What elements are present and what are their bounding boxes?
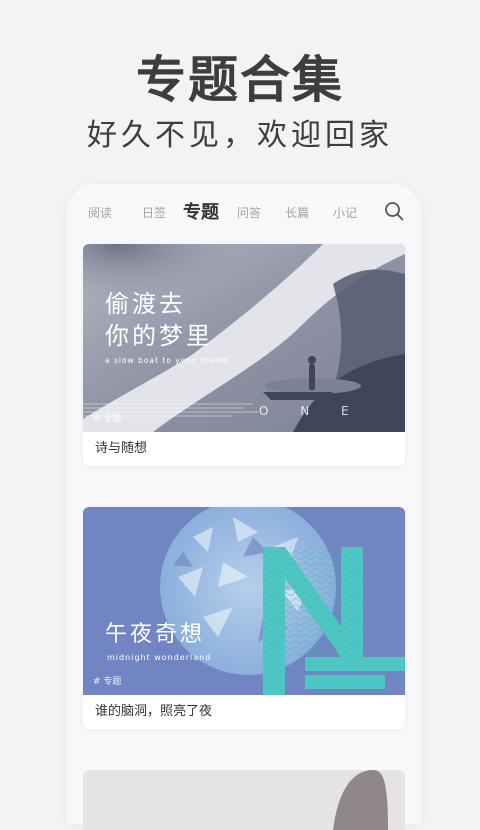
card-title: 午夜奇想 — [105, 622, 206, 647]
hero-subtitle: 好久不见，欢迎回家 — [87, 118, 393, 153]
card-caption: 谁的脑洞，照亮了夜 — [95, 704, 213, 719]
search-icon[interactable] — [383, 200, 405, 222]
topic-tag: # 专题 — [93, 414, 122, 424]
topic-card-partial[interactable] — [83, 770, 405, 830]
card-caption: 诗与随想 — [95, 441, 148, 456]
tab-qa[interactable]: 问答 — [237, 204, 261, 221]
one-watermark: O N E — [259, 404, 363, 418]
card-image: 午夜奇想 midnight wonderland # 专题 — [83, 507, 405, 695]
tab-topics[interactable]: 专题 — [183, 198, 219, 224]
phone-frame: 阅读 日签 专题 问答 长篇 小记 偷渡去 你的梦里 a slow boat t… — [67, 184, 421, 830]
tab-bar: 阅读 日签 专题 问答 长篇 小记 — [67, 184, 421, 240]
card-image-partial — [83, 770, 405, 830]
card-subtitle-en: midnight wonderland — [107, 653, 212, 662]
tab-reading[interactable]: 阅读 — [88, 204, 112, 221]
topic-card[interactable]: 偷渡去 你的梦里 a slow boat to your dream O N E… — [83, 244, 405, 466]
card-subtitle-en: a slow boat to your dream — [105, 356, 229, 365]
card-image: 偷渡去 你的梦里 a slow boat to your dream O N E… — [83, 244, 405, 432]
tab-daily[interactable]: 日签 — [142, 204, 166, 221]
topic-tag: # 专题 — [93, 677, 122, 687]
card-title-line2: 你的梦里 — [105, 322, 213, 350]
hero-title: 专题合集 — [136, 51, 344, 109]
tab-notes[interactable]: 小记 — [333, 204, 357, 221]
topic-card[interactable]: 午夜奇想 midnight wonderland # 专题 谁的脑洞，照亮了夜 — [83, 507, 405, 729]
midnight-illustration — [83, 507, 405, 695]
card-title-line1: 偷渡去 — [105, 290, 186, 318]
tab-long[interactable]: 长篇 — [285, 204, 309, 221]
